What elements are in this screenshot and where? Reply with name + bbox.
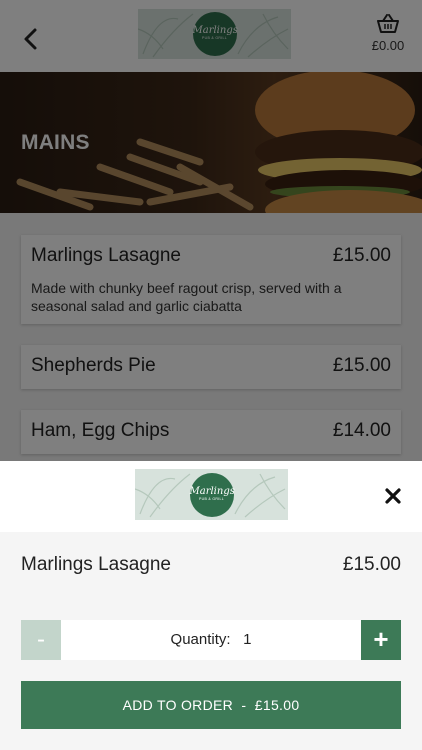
selected-item-name: Marlings Lasagne <box>21 554 171 575</box>
increase-quantity-button[interactable]: + <box>361 620 401 660</box>
selected-item-price: £15.00 <box>342 554 401 575</box>
logo-badge: Marlings PUB & GRILL <box>189 472 235 517</box>
add-to-order-separator: - <box>241 697 247 713</box>
quantity-stepper: Quantity: 1 - + <box>21 620 401 660</box>
quantity-value: 1 <box>243 631 252 648</box>
logo-subtext: PUB & GRILL <box>199 496 224 501</box>
close-button[interactable] <box>380 483 406 509</box>
sheet-logo: Marlings PUB & GRILL <box>135 469 288 520</box>
decrease-quantity-button[interactable]: - <box>21 620 61 660</box>
logo-text: Marlings <box>189 485 235 497</box>
add-to-order-label: ADD TO ORDER <box>122 697 234 713</box>
quantity-label: Quantity: <box>170 631 231 648</box>
add-to-order-total: £15.00 <box>254 697 300 713</box>
modal-backdrop[interactable] <box>0 0 422 461</box>
add-to-order-button[interactable]: ADD TO ORDER - £15.00 <box>21 681 401 729</box>
quantity-display: Quantity: 1 <box>21 620 401 660</box>
close-icon <box>385 488 401 504</box>
